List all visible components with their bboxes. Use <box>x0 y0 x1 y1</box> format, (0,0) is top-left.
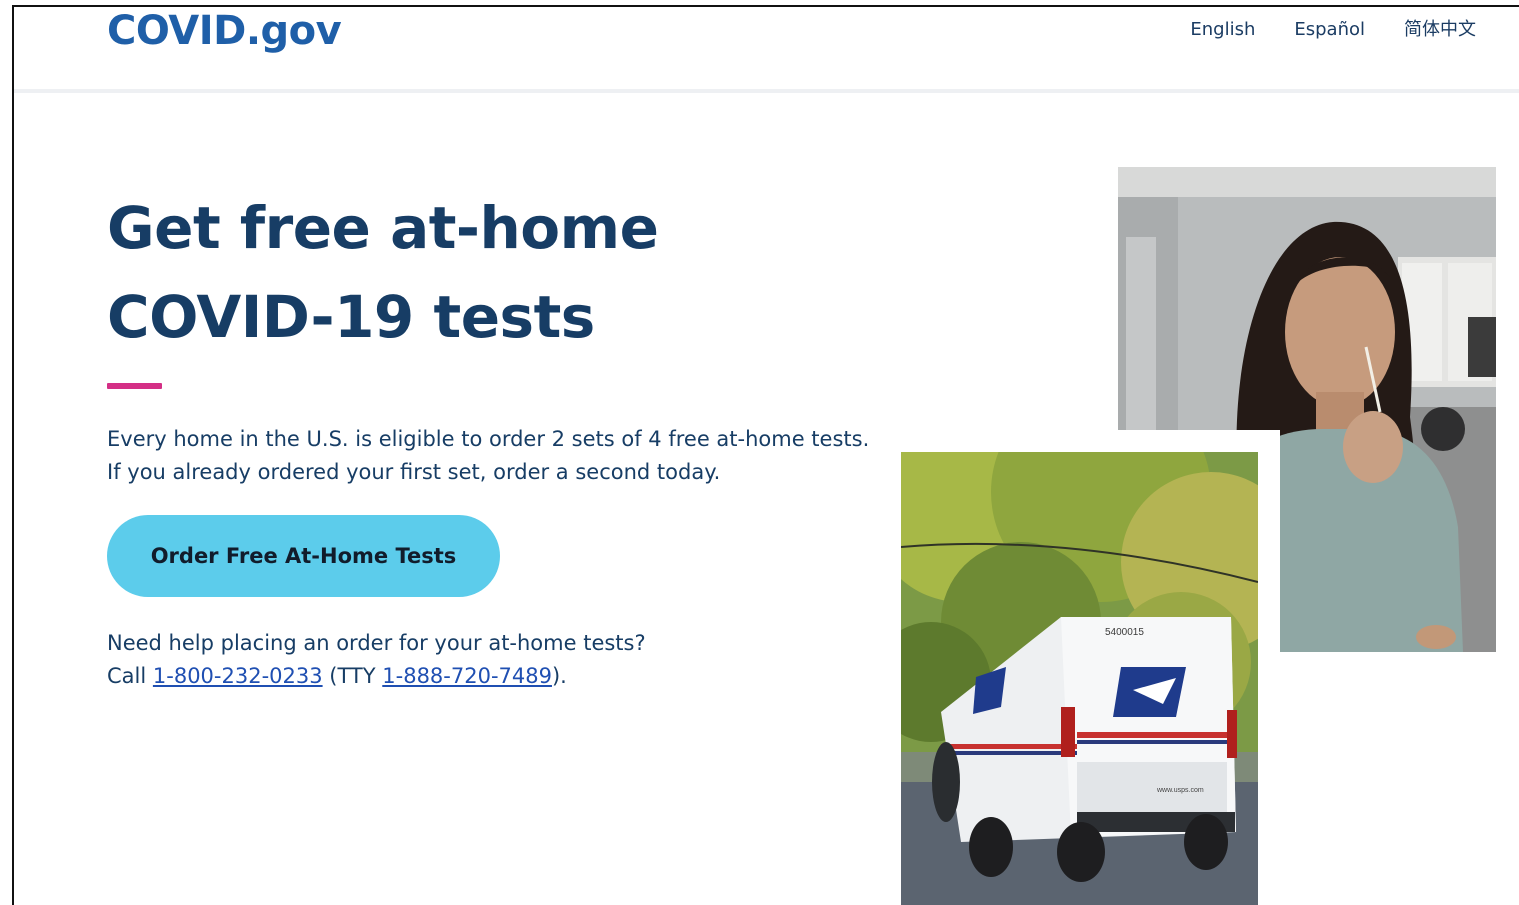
language-nav: English Español 简体中文 <box>1190 17 1476 43</box>
phone-link[interactable]: 1-800-232-0233 <box>153 664 323 688</box>
tty-phone-link[interactable]: 1-888-720-7489 <box>382 664 552 688</box>
help-suffix: ). <box>551 664 567 688</box>
accent-bar <box>107 383 162 389</box>
page-title-line-1: Get free at-home <box>107 194 659 262</box>
help-call-prefix: Call <box>107 664 153 688</box>
order-tests-button[interactable]: Order Free At-Home Tests <box>107 515 500 597</box>
lang-link-english[interactable]: English <box>1190 17 1255 43</box>
page-frame: COVID.gov English Español 简体中文 Get free … <box>12 5 1519 905</box>
help-text: Need help placing an order for your at-h… <box>107 627 807 693</box>
page-title-line-2: COVID-19 tests <box>107 283 595 351</box>
van-url: www.usps.com <box>1156 787 1204 794</box>
lang-link-chinese[interactable]: 简体中文 <box>1404 17 1476 43</box>
lang-link-spanish[interactable]: Español <box>1294 17 1365 43</box>
van-number: 5400015 <box>1105 627 1144 638</box>
page-title: Get free at-home COVID-19 tests <box>107 184 867 362</box>
site-logo[interactable]: COVID.gov <box>107 7 342 55</box>
mail-truck-photo: 5400015 www.usps.com <box>879 430 1280 905</box>
intro-text: Every home in the U.S. is eligible to or… <box>107 427 870 484</box>
help-tty-prefix: (TTY <box>322 664 383 688</box>
site-header: COVID.gov English Español 简体中文 <box>14 7 1519 93</box>
help-question: Need help placing an order for your at-h… <box>107 631 646 655</box>
